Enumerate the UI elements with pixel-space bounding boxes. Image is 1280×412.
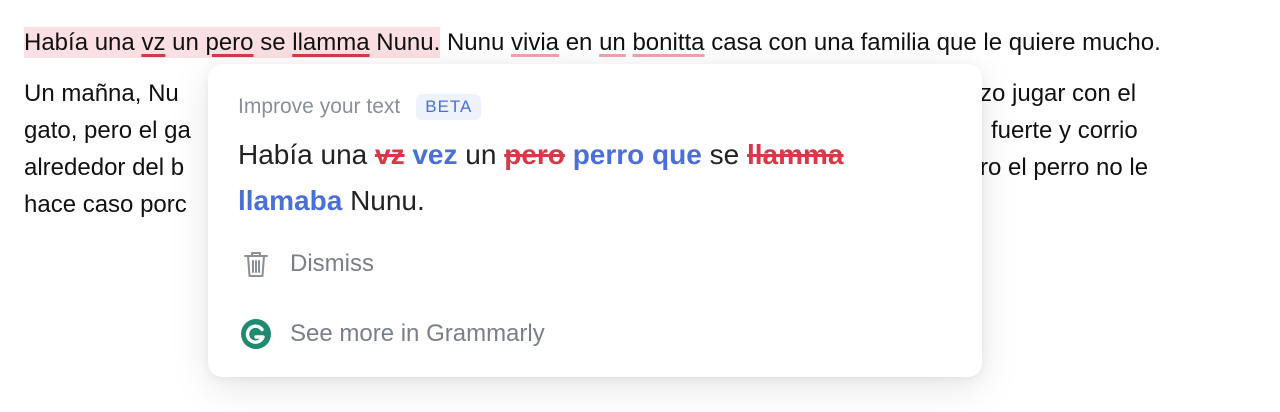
suggestion-plain: se: [709, 139, 740, 170]
p2-line1-left: Un mañna, Nu: [24, 80, 179, 107]
suggestion-plain: un: [465, 139, 497, 170]
suggestion-plain: Nunu.: [350, 185, 425, 216]
see-more-label: See more in Grammarly: [290, 320, 545, 347]
suggestion-card: Improve your text BETA Había una vz vez …: [208, 64, 982, 377]
p2-line2-left: gato, pero el ga: [24, 117, 191, 144]
suggestion-deletion: llamma: [746, 139, 844, 170]
text-segment: Había una: [24, 29, 135, 56]
error-word-llamma[interactable]: llamma: [292, 29, 369, 56]
error-word-vivia[interactable]: vivia: [511, 29, 559, 56]
card-header: Improve your text BETA: [238, 94, 482, 120]
p2-line2-right: fuerte y corrio: [991, 117, 1138, 144]
beta-badge: BETA: [416, 94, 482, 120]
text-segment: un: [172, 29, 199, 56]
p2-line4-left: hace caso porc: [24, 191, 187, 218]
error-word-un[interactable]: un: [599, 29, 626, 56]
error-word-pero[interactable]: pero: [205, 29, 253, 56]
suggestion-plain: Había una: [238, 139, 368, 170]
grammarly-logo-icon: [240, 318, 272, 350]
dismiss-label: Dismiss: [290, 250, 374, 277]
see-more-grammarly-button[interactable]: See more in Grammarly: [240, 318, 545, 350]
suggestion-insertion[interactable]: llamaba: [238, 185, 342, 216]
text-segment: en: [565, 29, 593, 56]
suggestion-deletion: vz: [375, 139, 405, 170]
p2-line1-right: zo jugar con el: [980, 80, 1137, 107]
p2-line3-right: ro el perro no le: [980, 154, 1149, 181]
error-word-bonitta[interactable]: bonitta: [632, 29, 704, 56]
suggestion-insertion[interactable]: vez: [412, 139, 457, 170]
text-segment: se: [260, 29, 286, 56]
text-segment: Nunu.: [376, 29, 441, 56]
card-title: Improve your text: [238, 95, 401, 118]
suggestion-text[interactable]: Había una vz vez un pero perro que se ll…: [238, 132, 958, 224]
suggestion-insertion[interactable]: perro que: [573, 139, 702, 170]
text-segment: casa con una familia que le quiere mucho…: [711, 29, 1161, 56]
dismiss-button[interactable]: Dismiss: [240, 248, 374, 280]
p2-line3-left: alrededor del b: [24, 154, 185, 181]
error-word-vz[interactable]: vz: [141, 29, 165, 56]
text-segment: Nunu: [440, 29, 505, 56]
suggestion-deletion: pero: [504, 139, 565, 170]
highlighted-sentence[interactable]: Había una vz un pero se llamma Nunu.: [24, 27, 441, 58]
trash-icon: [240, 248, 272, 280]
paragraph-1: Había una vz un pero se llamma Nunu. Nun…: [24, 24, 1204, 61]
